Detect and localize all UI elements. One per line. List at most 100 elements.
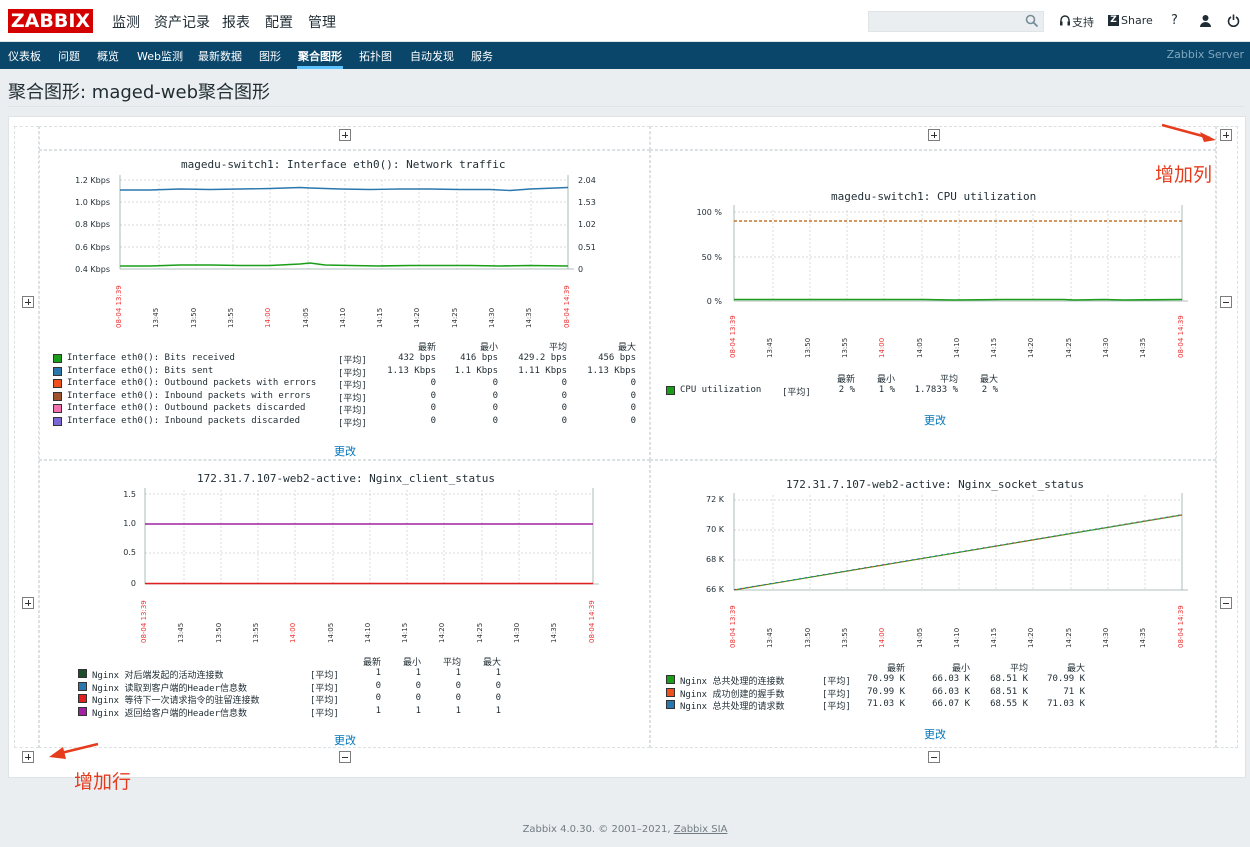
x-tick-label: 14:05 (915, 627, 924, 648)
add-row-button[interactable] (22, 296, 34, 308)
add-row-end-button[interactable] (22, 751, 34, 763)
menu-configuration[interactable]: 配置 (265, 12, 293, 32)
add-column-button[interactable] (928, 129, 940, 141)
graph-title: 172.31.7.107-web2-active: Nginx_client_s… (197, 472, 496, 485)
tab-overview[interactable]: 概览 (97, 48, 119, 64)
y-tick: 1.0 (123, 519, 136, 528)
x-tick-label: 13:55 (840, 337, 849, 358)
tab-problems[interactable]: 问题 (58, 48, 80, 64)
x-tick-label: 14:10 (952, 627, 961, 648)
legend-item-name: Nginx 总共处理的连接数 (680, 677, 785, 687)
help-link[interactable]: ? (1171, 13, 1178, 28)
tab-dashboard[interactable]: 仪表板 (8, 48, 41, 64)
legend-value: 1 (495, 668, 501, 678)
tab-web-monitoring[interactable]: Web监测 (137, 48, 183, 64)
x-tick-label: 14:00 (289, 622, 298, 643)
sign-out-icon[interactable] (1227, 14, 1240, 27)
change-graph-link[interactable]: 更改 (924, 412, 946, 428)
x-tick-label: 13:45 (766, 337, 775, 358)
x-tick-label: 14:10 (363, 622, 372, 643)
y-tick: 72 K (706, 495, 724, 504)
legend-color-swatch (78, 694, 87, 704)
legend-value: 66.03 K (932, 686, 970, 697)
y-tick: 68 K (706, 555, 724, 564)
y-right-tick: 2.04 (578, 176, 596, 185)
x-tick-label: 14:15 (401, 622, 410, 643)
legend-value: 0 (561, 378, 567, 389)
menu-reports[interactable]: 报表 (222, 12, 250, 32)
legend-value: 0 (430, 390, 436, 401)
legend-value: 66.07 K (932, 699, 970, 710)
user-profile-icon[interactable] (1199, 14, 1212, 27)
tab-discovery[interactable]: 自动发现 (410, 48, 454, 64)
legend-header: 最小 (951, 664, 970, 674)
legend-header: 最新 (417, 343, 436, 353)
share-link[interactable]: Share (1121, 14, 1153, 27)
legend-item-name: Nginx 成功创建的握手数 (680, 689, 785, 700)
legend-item-name: Interface eth0(): Outbound packets with … (67, 378, 317, 389)
legend-item-name: Nginx 对后端发起的活动连接数 (92, 671, 224, 681)
y-tick: 100 % (696, 208, 722, 217)
menu-monitoring[interactable]: 监测 (112, 12, 140, 32)
tab-screens[interactable]: 聚合图形 (298, 48, 342, 64)
tab-latest-data[interactable]: 最新数据 (198, 48, 242, 64)
change-graph-link[interactable]: 更改 (334, 443, 356, 459)
y-right-tick: 1.02 (578, 220, 596, 229)
tab-services[interactable]: 服务 (471, 48, 493, 64)
x-tick-label: 14:35 (550, 622, 559, 643)
legend-value: 68.51 K (990, 686, 1028, 697)
legend-value: 0 (495, 693, 501, 704)
search-icon[interactable] (1025, 14, 1039, 28)
legend-header: 最小 (876, 375, 895, 385)
x-tick-label: 14:20 (1027, 627, 1036, 648)
legend-value: 0 (495, 680, 501, 691)
headset-icon[interactable] (1059, 15, 1071, 27)
legend-color-swatch (666, 675, 675, 684)
legend-item-name: Interface eth0(): Inbound packets discar… (67, 416, 300, 426)
x-tick-label: 14:15 (990, 337, 999, 358)
x-tick-label: 14:00 (878, 337, 887, 358)
legend-header: 最小 (479, 343, 498, 353)
add-column-end-button[interactable] (1220, 129, 1232, 141)
legend-color-swatch (78, 669, 87, 678)
tab-graphs[interactable]: 图形 (259, 48, 281, 64)
remove-row-button[interactable] (1220, 296, 1232, 308)
x-tick-label: 13:55 (251, 622, 260, 643)
legend-color-swatch (666, 687, 675, 697)
x-tick-label: 14:05 (915, 337, 924, 358)
menu-inventory[interactable]: 资产记录 (154, 12, 210, 32)
legend-value: 0 (630, 378, 636, 389)
change-graph-link[interactable]: 更改 (924, 726, 946, 742)
share-icon[interactable]: Z (1108, 15, 1119, 26)
remove-row-button[interactable] (1220, 597, 1232, 609)
x-tick-label: 14:05 (301, 307, 310, 328)
legend-header: 平均 (1009, 664, 1028, 674)
x-tick-label: 13:55 (226, 307, 235, 328)
legend-color-swatch (53, 366, 62, 376)
change-graph-link[interactable]: 更改 (334, 732, 356, 748)
add-column-button[interactable] (339, 129, 351, 141)
remove-column-button[interactable] (928, 751, 940, 763)
x-tick-label: 13:45 (766, 627, 775, 648)
legend-value: 0 (630, 403, 636, 414)
graph-plot-area (733, 493, 1188, 591)
support-link[interactable]: 支持 (1072, 14, 1094, 30)
menu-administration[interactable]: 管理 (308, 12, 336, 32)
legend-avg-tag: [平均] (338, 368, 367, 379)
search-input[interactable] (868, 11, 1044, 32)
legend-value: 0 (561, 390, 567, 401)
x-tick-label: 14:25 (1064, 627, 1073, 648)
annotation-add-column: 增加列 (1155, 164, 1213, 186)
legend-value: 0 (430, 403, 436, 414)
zabbix-logo[interactable]: ZABBIX (8, 9, 93, 33)
x-tick-label: 14:30 (488, 307, 496, 328)
legend-color-swatch (666, 386, 675, 395)
x-tick-label: 08-04 13:39 (140, 600, 148, 643)
remove-column-button[interactable] (339, 751, 351, 763)
x-tick-label: 14:00 (878, 627, 887, 648)
legend-value: 0 (630, 416, 636, 426)
legend-value: 71.03 K (867, 699, 905, 710)
tab-maps[interactable]: 拓扑图 (359, 48, 392, 64)
add-row-button[interactable] (22, 597, 34, 609)
footer-link[interactable]: Zabbix SIA (674, 824, 728, 835)
